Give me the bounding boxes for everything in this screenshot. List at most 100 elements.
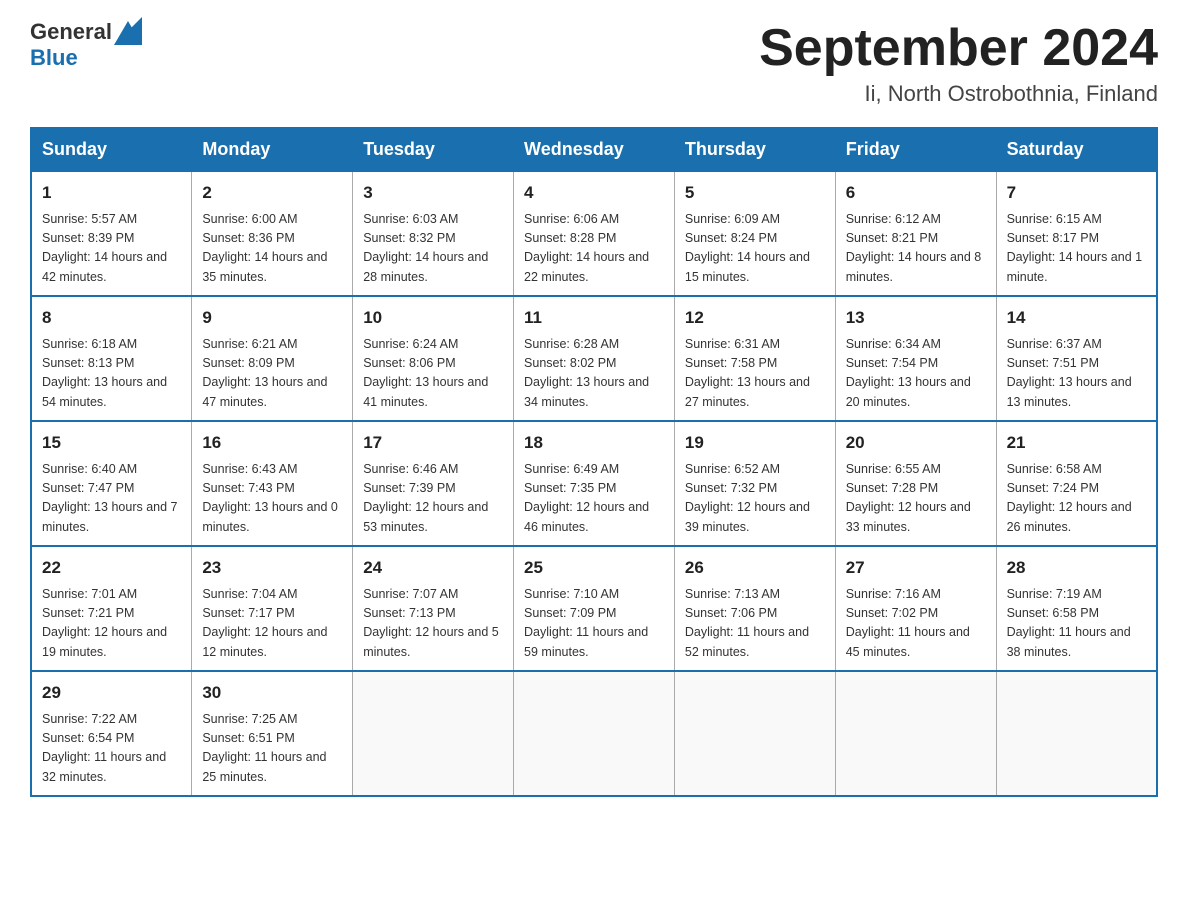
day-number: 13 (846, 305, 986, 331)
day-number: 3 (363, 180, 503, 206)
day-number: 12 (685, 305, 825, 331)
day-info: Sunrise: 7:22 AMSunset: 6:54 PMDaylight:… (42, 712, 166, 784)
calendar-cell: 20 Sunrise: 6:55 AMSunset: 7:28 PMDaylig… (835, 421, 996, 546)
calendar-cell: 5 Sunrise: 6:09 AMSunset: 8:24 PMDayligh… (674, 171, 835, 296)
calendar-cell: 17 Sunrise: 6:46 AMSunset: 7:39 PMDaylig… (353, 421, 514, 546)
calendar-cell: 30 Sunrise: 7:25 AMSunset: 6:51 PMDaylig… (192, 671, 353, 796)
day-of-week-header: Sunday (31, 128, 192, 171)
calendar-cell: 21 Sunrise: 6:58 AMSunset: 7:24 PMDaylig… (996, 421, 1157, 546)
day-of-week-header: Friday (835, 128, 996, 171)
calendar-cell: 8 Sunrise: 6:18 AMSunset: 8:13 PMDayligh… (31, 296, 192, 421)
location: Ii, North Ostrobothnia, Finland (759, 81, 1158, 107)
day-info: Sunrise: 6:52 AMSunset: 7:32 PMDaylight:… (685, 462, 810, 534)
calendar-week-row: 1 Sunrise: 5:57 AMSunset: 8:39 PMDayligh… (31, 171, 1157, 296)
day-number: 28 (1007, 555, 1146, 581)
calendar-cell: 1 Sunrise: 5:57 AMSunset: 8:39 PMDayligh… (31, 171, 192, 296)
day-info: Sunrise: 6:37 AMSunset: 7:51 PMDaylight:… (1007, 337, 1132, 409)
day-number: 21 (1007, 430, 1146, 456)
calendar-cell: 25 Sunrise: 7:10 AMSunset: 7:09 PMDaylig… (514, 546, 675, 671)
calendar-week-row: 22 Sunrise: 7:01 AMSunset: 7:21 PMDaylig… (31, 546, 1157, 671)
day-number: 24 (363, 555, 503, 581)
calendar-cell: 2 Sunrise: 6:00 AMSunset: 8:36 PMDayligh… (192, 171, 353, 296)
day-info: Sunrise: 6:06 AMSunset: 8:28 PMDaylight:… (524, 212, 649, 284)
calendar-cell (514, 671, 675, 796)
day-info: Sunrise: 6:58 AMSunset: 7:24 PMDaylight:… (1007, 462, 1132, 534)
calendar-header: SundayMondayTuesdayWednesdayThursdayFrid… (31, 128, 1157, 171)
day-info: Sunrise: 6:31 AMSunset: 7:58 PMDaylight:… (685, 337, 810, 409)
day-info: Sunrise: 6:03 AMSunset: 8:32 PMDaylight:… (363, 212, 488, 284)
month-title: September 2024 (759, 20, 1158, 77)
day-number: 9 (202, 305, 342, 331)
calendar-cell (353, 671, 514, 796)
day-of-week-header: Saturday (996, 128, 1157, 171)
day-info: Sunrise: 6:43 AMSunset: 7:43 PMDaylight:… (202, 462, 338, 534)
logo-blue-text: Blue (30, 45, 142, 71)
calendar-cell: 18 Sunrise: 6:49 AMSunset: 7:35 PMDaylig… (514, 421, 675, 546)
calendar-cell: 9 Sunrise: 6:21 AMSunset: 8:09 PMDayligh… (192, 296, 353, 421)
day-info: Sunrise: 7:07 AMSunset: 7:13 PMDaylight:… (363, 587, 499, 659)
day-number: 15 (42, 430, 181, 456)
calendar-cell: 24 Sunrise: 7:07 AMSunset: 7:13 PMDaylig… (353, 546, 514, 671)
day-info: Sunrise: 6:00 AMSunset: 8:36 PMDaylight:… (202, 212, 327, 284)
day-info: Sunrise: 6:12 AMSunset: 8:21 PMDaylight:… (846, 212, 982, 284)
calendar-cell: 15 Sunrise: 6:40 AMSunset: 7:47 PMDaylig… (31, 421, 192, 546)
days-of-week-row: SundayMondayTuesdayWednesdayThursdayFrid… (31, 128, 1157, 171)
day-number: 14 (1007, 305, 1146, 331)
calendar-cell: 22 Sunrise: 7:01 AMSunset: 7:21 PMDaylig… (31, 546, 192, 671)
calendar-cell: 19 Sunrise: 6:52 AMSunset: 7:32 PMDaylig… (674, 421, 835, 546)
day-info: Sunrise: 6:15 AMSunset: 8:17 PMDaylight:… (1007, 212, 1143, 284)
calendar-cell: 13 Sunrise: 6:34 AMSunset: 7:54 PMDaylig… (835, 296, 996, 421)
day-info: Sunrise: 7:10 AMSunset: 7:09 PMDaylight:… (524, 587, 648, 659)
day-info: Sunrise: 7:19 AMSunset: 6:58 PMDaylight:… (1007, 587, 1131, 659)
calendar-cell: 4 Sunrise: 6:06 AMSunset: 8:28 PMDayligh… (514, 171, 675, 296)
calendar-week-row: 29 Sunrise: 7:22 AMSunset: 6:54 PMDaylig… (31, 671, 1157, 796)
logo: General Blue (30, 20, 142, 71)
day-number: 22 (42, 555, 181, 581)
calendar-table: SundayMondayTuesdayWednesdayThursdayFrid… (30, 127, 1158, 797)
day-number: 20 (846, 430, 986, 456)
calendar-cell: 14 Sunrise: 6:37 AMSunset: 7:51 PMDaylig… (996, 296, 1157, 421)
day-of-week-header: Wednesday (514, 128, 675, 171)
day-of-week-header: Monday (192, 128, 353, 171)
day-info: Sunrise: 7:16 AMSunset: 7:02 PMDaylight:… (846, 587, 970, 659)
calendar-cell: 10 Sunrise: 6:24 AMSunset: 8:06 PMDaylig… (353, 296, 514, 421)
day-info: Sunrise: 6:46 AMSunset: 7:39 PMDaylight:… (363, 462, 488, 534)
calendar-cell: 6 Sunrise: 6:12 AMSunset: 8:21 PMDayligh… (835, 171, 996, 296)
day-number: 25 (524, 555, 664, 581)
day-number: 17 (363, 430, 503, 456)
title-block: September 2024 Ii, North Ostrobothnia, F… (759, 20, 1158, 107)
day-info: Sunrise: 6:28 AMSunset: 8:02 PMDaylight:… (524, 337, 649, 409)
day-info: Sunrise: 6:09 AMSunset: 8:24 PMDaylight:… (685, 212, 810, 284)
calendar-week-row: 8 Sunrise: 6:18 AMSunset: 8:13 PMDayligh… (31, 296, 1157, 421)
calendar-cell (674, 671, 835, 796)
calendar-week-row: 15 Sunrise: 6:40 AMSunset: 7:47 PMDaylig… (31, 421, 1157, 546)
day-info: Sunrise: 6:34 AMSunset: 7:54 PMDaylight:… (846, 337, 971, 409)
day-info: Sunrise: 7:25 AMSunset: 6:51 PMDaylight:… (202, 712, 326, 784)
day-info: Sunrise: 7:04 AMSunset: 7:17 PMDaylight:… (202, 587, 327, 659)
day-info: Sunrise: 6:21 AMSunset: 8:09 PMDaylight:… (202, 337, 327, 409)
day-number: 18 (524, 430, 664, 456)
calendar-cell: 11 Sunrise: 6:28 AMSunset: 8:02 PMDaylig… (514, 296, 675, 421)
day-info: Sunrise: 6:18 AMSunset: 8:13 PMDaylight:… (42, 337, 167, 409)
logo-text: General (30, 20, 142, 45)
day-info: Sunrise: 6:55 AMSunset: 7:28 PMDaylight:… (846, 462, 971, 534)
calendar-cell (996, 671, 1157, 796)
calendar-cell: 7 Sunrise: 6:15 AMSunset: 8:17 PMDayligh… (996, 171, 1157, 296)
day-number: 5 (685, 180, 825, 206)
page-header: General Blue September 2024 Ii, North Os… (30, 20, 1158, 107)
calendar-cell: 27 Sunrise: 7:16 AMSunset: 7:02 PMDaylig… (835, 546, 996, 671)
calendar-cell: 3 Sunrise: 6:03 AMSunset: 8:32 PMDayligh… (353, 171, 514, 296)
day-number: 26 (685, 555, 825, 581)
calendar-cell: 28 Sunrise: 7:19 AMSunset: 6:58 PMDaylig… (996, 546, 1157, 671)
day-info: Sunrise: 6:49 AMSunset: 7:35 PMDaylight:… (524, 462, 649, 534)
day-number: 19 (685, 430, 825, 456)
day-number: 10 (363, 305, 503, 331)
day-number: 8 (42, 305, 181, 331)
day-number: 2 (202, 180, 342, 206)
day-number: 27 (846, 555, 986, 581)
calendar-cell: 29 Sunrise: 7:22 AMSunset: 6:54 PMDaylig… (31, 671, 192, 796)
day-of-week-header: Tuesday (353, 128, 514, 171)
day-of-week-header: Thursday (674, 128, 835, 171)
day-number: 16 (202, 430, 342, 456)
day-number: 23 (202, 555, 342, 581)
